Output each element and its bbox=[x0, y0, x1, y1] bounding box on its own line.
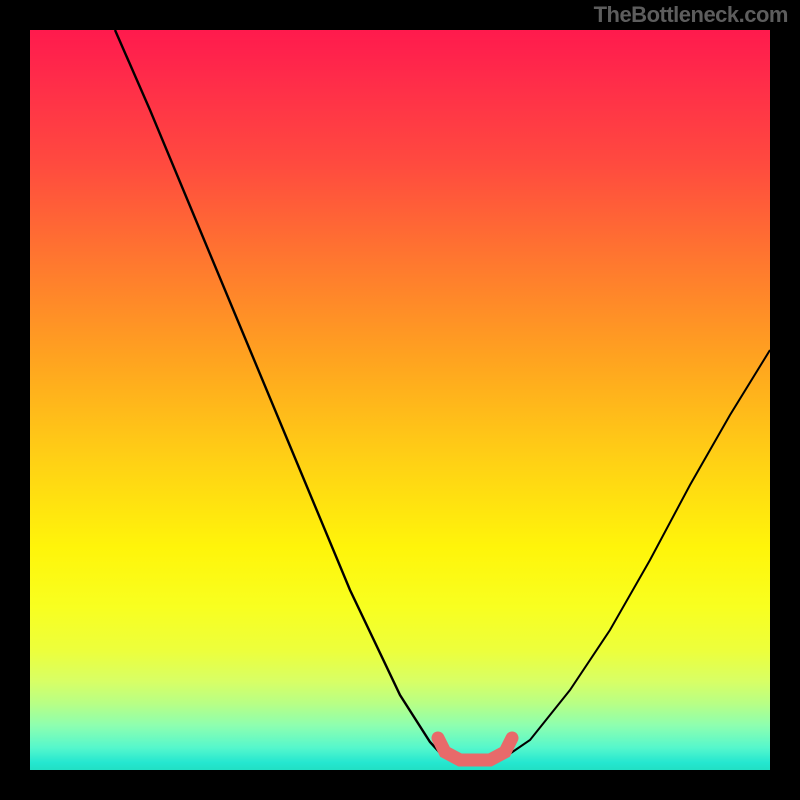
outer-frame: TheBottleneck.com bbox=[0, 0, 800, 800]
credit-label: TheBottleneck.com bbox=[594, 2, 788, 28]
bottleneck-curve-left-path bbox=[115, 30, 442, 755]
plot-area bbox=[30, 30, 770, 770]
bottleneck-curve-right-path bbox=[508, 350, 770, 755]
bottom-highlight-path bbox=[438, 738, 512, 760]
chart-svg bbox=[30, 30, 770, 770]
